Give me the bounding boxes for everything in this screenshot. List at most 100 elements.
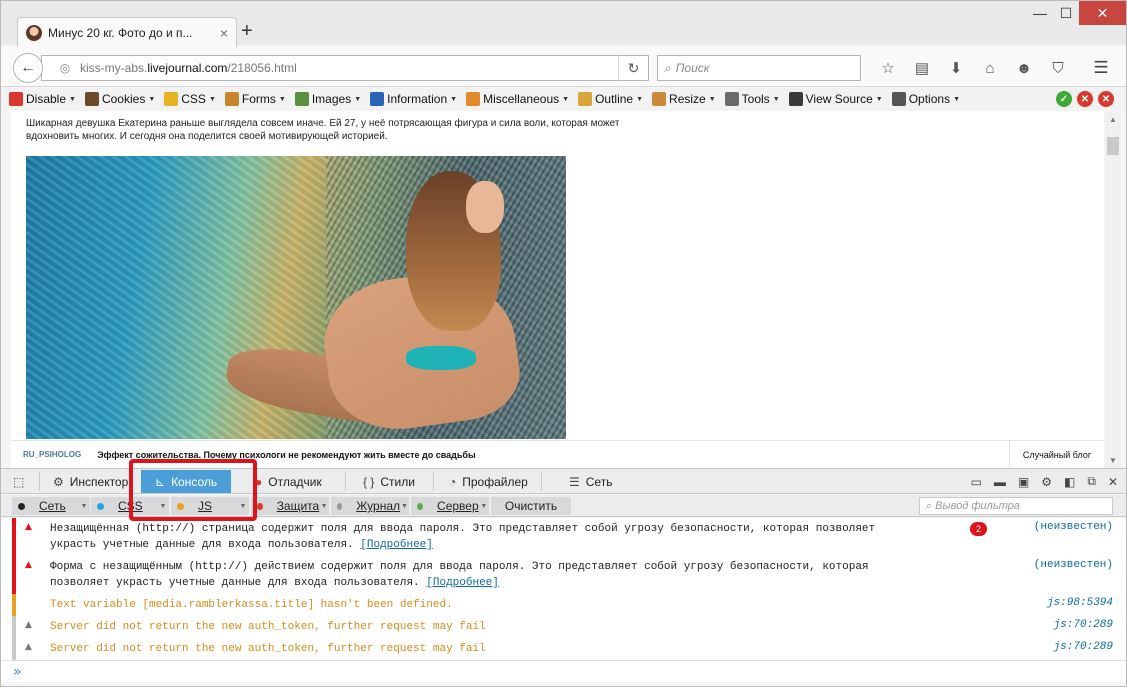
filter-dot-icon	[97, 502, 104, 510]
message-body: Text variable [media.ramblerkassa.title]…	[50, 599, 453, 611]
tab-close-icon[interactable]: ×	[220, 25, 228, 41]
wd-menu-outline[interactable]: Outline ▼	[578, 92, 643, 106]
browser-tab[interactable]: Минус 20 кг. Фото до и п... ×	[17, 17, 237, 47]
devtools-settings-icon[interactable]: ⚙	[1041, 475, 1052, 489]
hamburger-menu-icon[interactable]: ☰	[1089, 55, 1113, 81]
tab-debugger-label: Отладчик	[268, 474, 322, 489]
valid-check-icon[interactable]: ✓	[1056, 91, 1072, 107]
clear-console-button[interactable]: Очистить	[491, 497, 571, 515]
message-source-link[interactable]: (неизвестен)	[1034, 521, 1113, 533]
download-icon[interactable]: ⬇	[939, 55, 973, 81]
element-picker-icon[interactable]: ⬚	[13, 469, 24, 494]
message-level-bar	[12, 518, 16, 556]
window-close-button[interactable]: ✕	[1079, 1, 1126, 25]
url-prefix: kiss-my-abs.	[80, 61, 148, 75]
url-bar[interactable]: ◎ kiss-my-abs.livejournal.com/218056.htm…	[41, 55, 649, 81]
filter-server[interactable]: Сервер ▼	[411, 497, 489, 515]
bookmarks-list-icon[interactable]: ▤	[905, 55, 939, 81]
js-error-icon[interactable]: ✕	[1098, 91, 1114, 107]
tab-title: Минус 20 кг. Фото до и п...	[48, 25, 193, 40]
scroll-down-icon[interactable]: ▼	[1105, 452, 1121, 468]
responsive-mode-icon[interactable]: ▭	[971, 475, 982, 489]
wd-menu-options[interactable]: Options ▼	[891, 92, 960, 106]
nav-bar: ◎ kiss-my-abs.livejournal.com/218056.htm…	[1, 47, 1126, 87]
chevron-down-icon[interactable]: ▼	[400, 503, 409, 510]
wd-menu-cookies[interactable]: Cookies ▼	[84, 92, 156, 106]
dock-side-icon[interactable]: ◧	[1064, 475, 1075, 489]
wd-menu-label: Options	[908, 92, 951, 106]
reload-icon[interactable]: ↻	[618, 55, 648, 81]
learn-more-link[interactable]: [Подробнее]	[360, 539, 433, 551]
wd-menu-miscellaneous[interactable]: Miscellaneous ▼	[466, 92, 569, 106]
scratchpad-icon[interactable]: ▬	[994, 475, 1006, 489]
message-source-link[interactable]: js:70:289	[1054, 641, 1113, 653]
message-body: Server did not return the new auth_token…	[50, 621, 486, 633]
message-level-bar	[12, 638, 16, 660]
chevron-down-icon[interactable]: ▼	[479, 503, 489, 510]
undock-icon[interactable]: ⧉	[1087, 474, 1096, 489]
search-placeholder: Поиск	[675, 61, 710, 75]
lj-post-title[interactable]: Эффект сожительства. Почему психологи не…	[97, 450, 475, 460]
console-message: ▲ Незащищённая (http://) страница содержи…	[1, 518, 1126, 556]
message-body: Незащищённая (http://) страница содержит…	[50, 523, 876, 551]
chevron-down-icon[interactable]: ▼	[78, 503, 90, 510]
console-input[interactable]: »	[1, 660, 1126, 682]
filter-security[interactable]: Защита ▼	[251, 497, 329, 515]
dropdown-arrow-icon: ▼	[148, 95, 156, 103]
new-tab-button[interactable]: +	[241, 20, 253, 43]
wd-menu-information[interactable]: Information ▼	[370, 92, 457, 106]
lj-user[interactable]: RU_PSIHOLOG	[23, 450, 81, 459]
filter-output-input[interactable]: ⌕ Вывод фильтра	[919, 497, 1113, 515]
console-prompt-icon: »	[13, 664, 22, 680]
page-scrollbar[interactable]: ▲ ▼	[1105, 111, 1121, 468]
scroll-thumb[interactable]	[1107, 137, 1119, 155]
maximize-button[interactable]: ☐	[1053, 1, 1079, 25]
bookmark-star-icon[interactable]: ☆	[871, 55, 905, 81]
tab-profiler[interactable]: ◔ Профайлер	[449, 469, 528, 494]
wd-menu-forms[interactable]: Forms ▼	[224, 92, 286, 106]
hello-icon[interactable]: ☻	[1007, 55, 1041, 81]
tab-debugger[interactable]: ● Отладчик	[255, 469, 322, 494]
filter-dot-icon	[337, 502, 343, 510]
tab-profiler-label: Профайлер	[462, 474, 528, 489]
random-blog-button[interactable]: Случайный блог	[1009, 441, 1104, 468]
filter-logging[interactable]: Журнал ▼	[331, 497, 409, 515]
wd-menu-disable[interactable]: Disable ▼	[9, 92, 76, 106]
minimize-button[interactable]: —	[1027, 1, 1053, 25]
search-box[interactable]: ⌕ Поиск	[657, 55, 861, 81]
back-button[interactable]: ←	[13, 53, 43, 83]
message-level-bar	[12, 616, 16, 638]
scroll-up-icon[interactable]: ▲	[1105, 111, 1121, 127]
message-text: Незащищённая (http://) страница содержит…	[50, 521, 950, 553]
dropdown-arrow-icon: ▼	[354, 95, 362, 103]
wd-menu-tools[interactable]: Tools ▼	[724, 92, 780, 106]
tab-network[interactable]: ☰ Сеть	[569, 469, 612, 494]
devtools-close-icon[interactable]: ✕	[1108, 475, 1118, 489]
wd-menu-resize[interactable]: Resize ▼	[652, 92, 716, 106]
screenshot-icon[interactable]: ▣	[1018, 475, 1029, 489]
resize-icon	[652, 92, 667, 106]
message-source-link[interactable]: (неизвестен)	[1034, 559, 1113, 571]
wd-menu-label: Resize	[669, 92, 706, 106]
learn-more-link[interactable]: [Подробнее]	[426, 577, 499, 589]
url-text[interactable]: kiss-my-abs.livejournal.com/218056.html	[76, 61, 618, 75]
chevron-down-icon[interactable]: ▼	[319, 503, 329, 510]
message-source-link[interactable]: js:98:5394	[1047, 597, 1113, 609]
inspector-icon: ⚙	[53, 474, 64, 489]
console-message: ▲ Форма с незащищённым (http://) действие…	[1, 556, 1126, 594]
filter-net[interactable]: Сеть ▼	[12, 497, 90, 515]
tab-network-label: Сеть	[585, 474, 613, 489]
tab-inspector[interactable]: ⚙ Инспектор	[53, 469, 128, 494]
message-source-link[interactable]: js:70:289	[1054, 619, 1113, 631]
pocket-icon[interactable]: ⛉	[1041, 55, 1075, 81]
styles-icon: { }	[363, 474, 375, 489]
css-error-icon[interactable]: ✕	[1077, 91, 1093, 107]
wd-menu-css[interactable]: CSS ▼	[164, 92, 216, 106]
tab-styles-label: Стили	[380, 474, 415, 489]
tab-styles[interactable]: { } Стили	[363, 469, 415, 494]
filter-label: Журнал	[356, 499, 401, 513]
message-level-bar	[12, 594, 16, 616]
wd-menu-images[interactable]: Images ▼	[294, 92, 362, 106]
wd-menu-view-source[interactable]: View Source ▼	[788, 92, 883, 106]
home-icon[interactable]: ⌂	[973, 55, 1007, 81]
